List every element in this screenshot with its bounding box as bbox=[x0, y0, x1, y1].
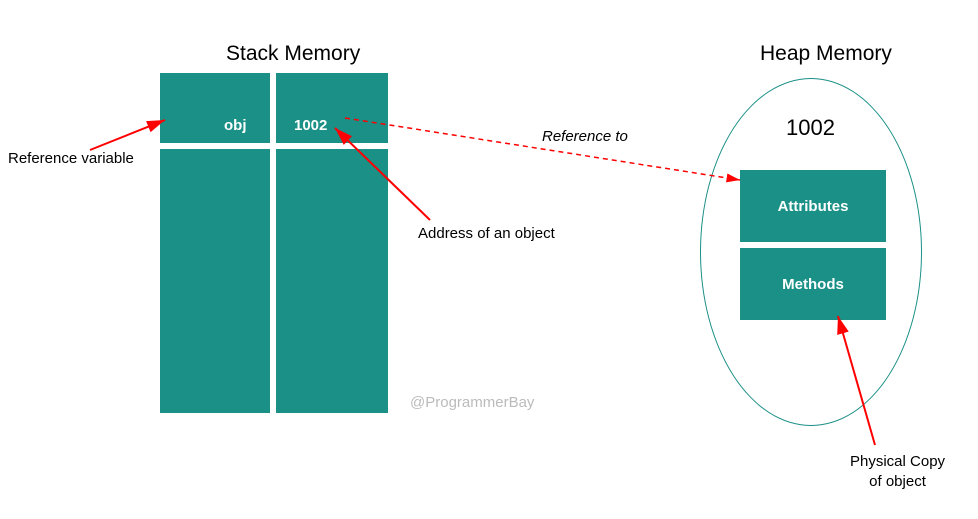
physical-copy-line2: of object bbox=[869, 473, 926, 490]
stack-cell-top-right bbox=[276, 73, 388, 143]
heap-methods-box: Methods bbox=[740, 248, 886, 320]
stack-cell-bottom-left bbox=[160, 149, 270, 413]
heap-address-value: 1002 bbox=[786, 115, 835, 141]
stack-cell-top-left bbox=[160, 73, 270, 143]
heap-attributes-box: Attributes bbox=[740, 170, 886, 242]
stack-cell-bottom-right bbox=[276, 149, 388, 413]
heap-memory-title: Heap Memory bbox=[760, 42, 892, 66]
stack-address-value: 1002 bbox=[294, 117, 327, 134]
arrow-reference-variable bbox=[90, 120, 165, 150]
stack-variable-name: obj bbox=[224, 117, 247, 134]
reference-to-label: Reference to bbox=[542, 128, 628, 145]
stack-memory-title: Stack Memory bbox=[226, 42, 360, 66]
physical-copy-label: Physical Copy of object bbox=[850, 452, 945, 491]
address-of-object-label: Address of an object bbox=[418, 225, 555, 242]
watermark-text: @ProgrammerBay bbox=[410, 394, 534, 411]
physical-copy-line1: Physical Copy bbox=[850, 453, 945, 470]
reference-variable-label: Reference variable bbox=[8, 150, 134, 167]
stack-memory-diagram: obj 1002 bbox=[160, 73, 388, 413]
